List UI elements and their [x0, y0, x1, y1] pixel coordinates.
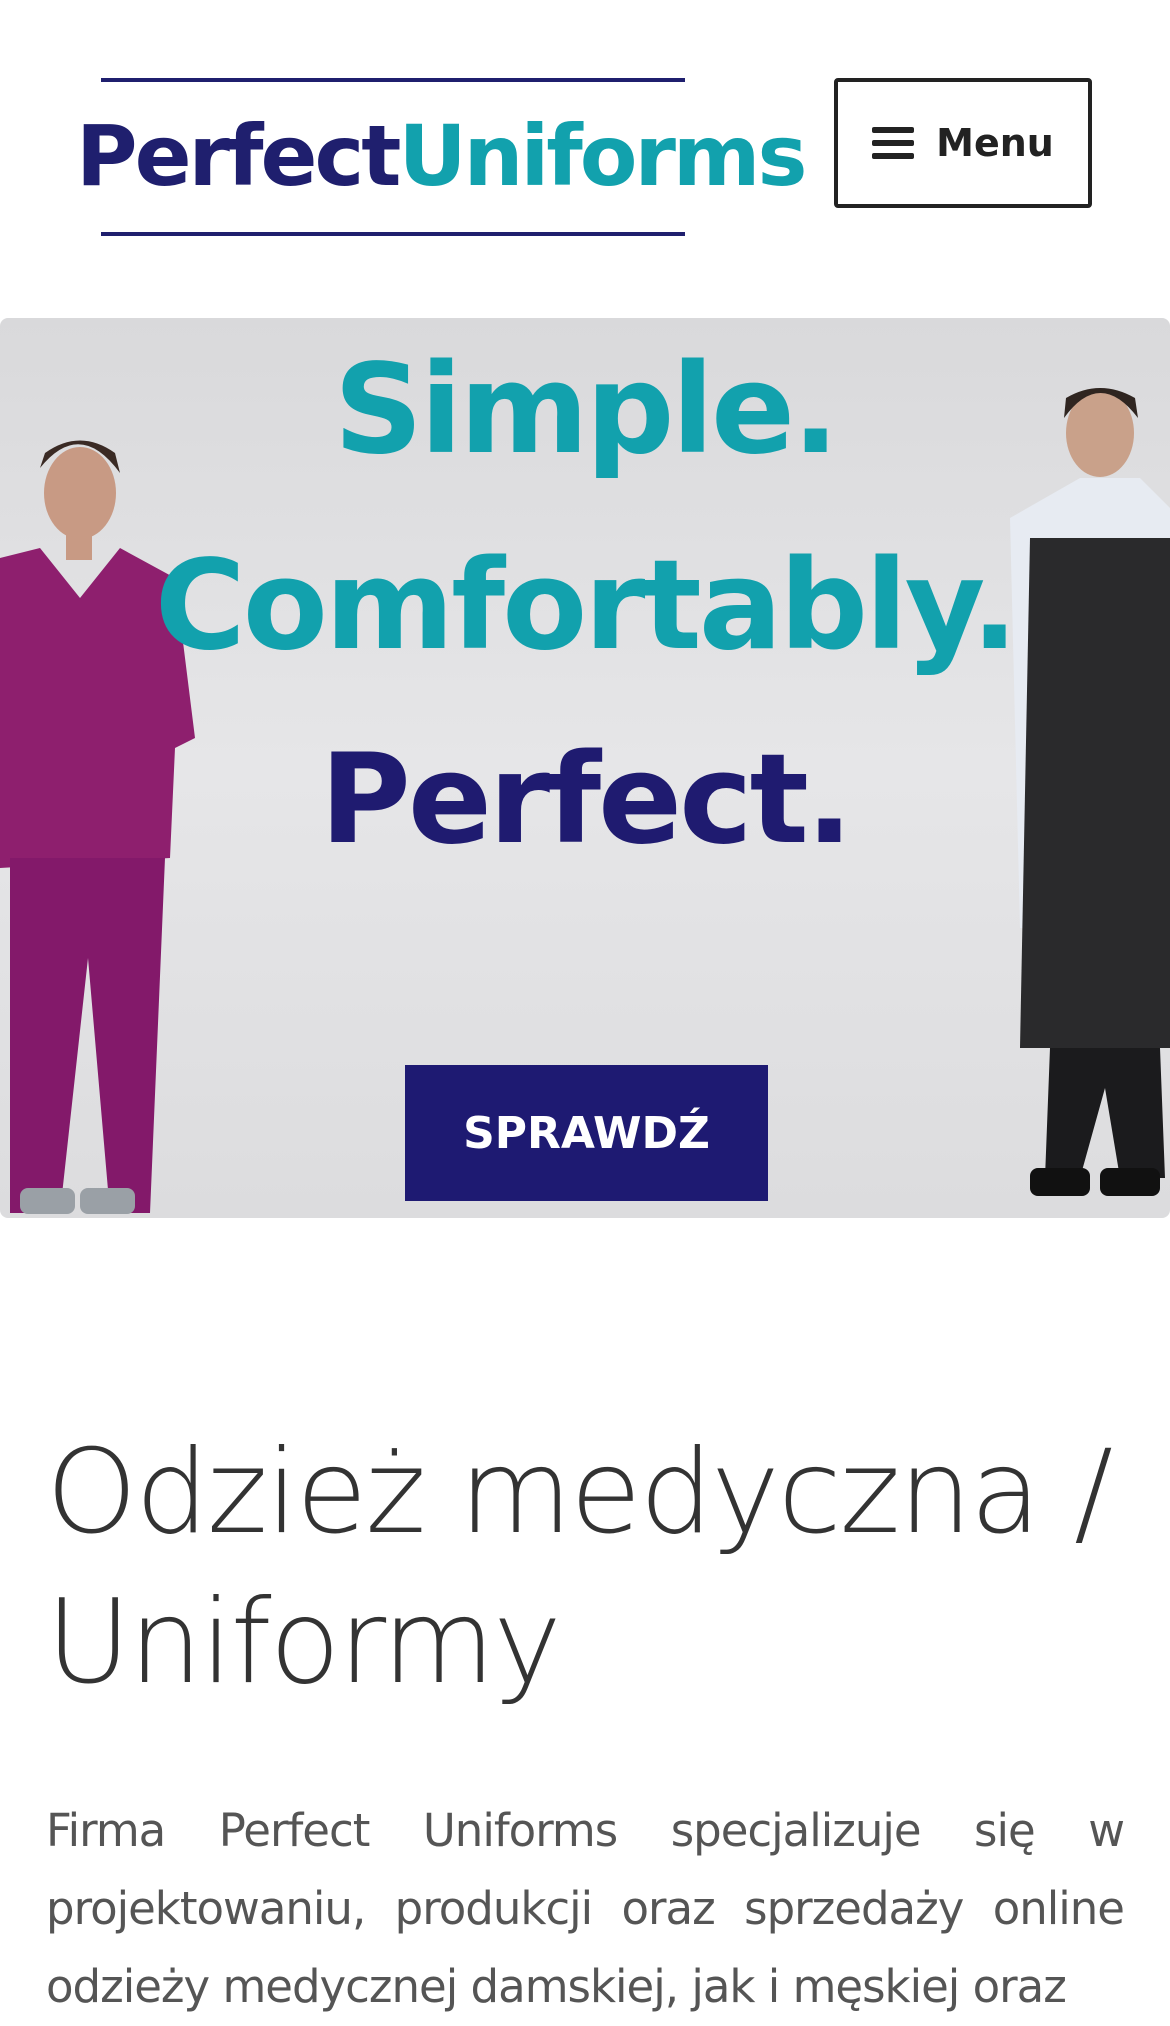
intro-paragraph: Firma Perfect Uniforms specjalizuje się …	[46, 1804, 1125, 2013]
logo-text-perfect: Perfect	[76, 107, 401, 205]
hero-tagline-perfect: Perfect.	[319, 728, 853, 872]
site-header: PerfectUniforms Menu	[0, 0, 1170, 318]
menu-button[interactable]: Menu	[834, 78, 1092, 208]
sprawdz-button[interactable]: SPRAWDŹ	[405, 1065, 768, 1201]
logo-wordmark: PerfectUniforms	[76, 106, 807, 206]
logo-text-uniforms: Uniforms	[398, 107, 807, 205]
logo-top-rule	[101, 78, 685, 82]
page-heading: Odzież medyczna / Uniformy	[46, 1425, 1113, 1710]
hero-banner: Simple. Comfortably. Perfect. SPRAWDŹ	[0, 318, 1170, 1218]
hamburger-icon	[872, 127, 915, 159]
site-logo[interactable]: PerfectUniforms	[76, 76, 807, 238]
hero-tagline-comfortably: Comfortably.	[154, 534, 1018, 678]
menu-button-label: Menu	[936, 121, 1054, 165]
logo-bottom-rule	[101, 232, 685, 236]
hero-tagline-simple: Simple.	[333, 338, 840, 482]
